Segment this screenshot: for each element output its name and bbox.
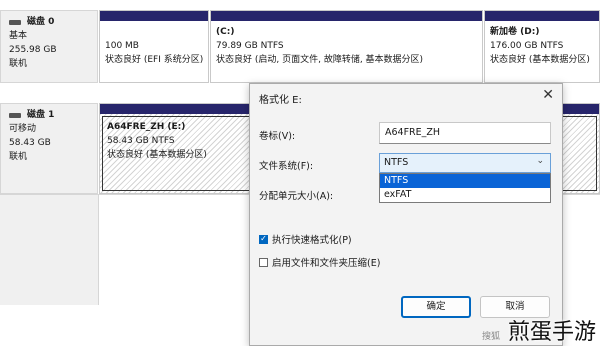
watermark-small-text: 搜狐	[481, 332, 500, 342]
empty-disk-column	[0, 195, 99, 305]
disk-1-label[interactable]: 磁盘 1 可移动 58.43 GB 联机	[0, 103, 98, 194]
disk-icon	[9, 19, 21, 25]
filesystem-option-exfat[interactable]: exFAT	[380, 188, 550, 202]
partition-d[interactable]: 新加卷 (D:) 176.00 GB NTFS 状态良好 (基本数据分区)	[484, 10, 600, 83]
partition-size: 79.89 GB NTFS	[216, 41, 284, 51]
partition-size: 176.00 GB NTFS	[490, 41, 564, 51]
disk-0-size: 255.98 GB	[9, 45, 57, 55]
ok-button[interactable]: 确定	[401, 296, 471, 318]
filesystem-select[interactable]: NTFS ⌄	[379, 153, 551, 173]
disk-0-label[interactable]: 磁盘 0 基本 255.98 GB 联机	[0, 10, 98, 83]
disk-icon	[9, 112, 21, 118]
partition-desc: 状态良好 (EFI 系统分区)	[105, 55, 204, 65]
partition-desc: 状态良好 (启动, 页面文件, 故障转储, 基本数据分区)	[216, 55, 424, 65]
partition-desc: 状态良好 (基本数据分区)	[490, 55, 590, 65]
compression-checkbox[interactable]: 启用文件和文件夹压缩(E)	[259, 255, 380, 269]
partition-size: 100 MB	[105, 41, 139, 51]
filesystem-dropdown: NTFS exFAT	[379, 173, 551, 203]
compression-label: 启用文件和文件夹压缩(E)	[272, 258, 381, 269]
partition-title: 新加卷 (D:)	[490, 27, 540, 37]
partition-c[interactable]: (C:) 79.89 GB NTFS 状态良好 (启动, 页面文件, 故障转储,…	[210, 10, 483, 83]
alloc-unit-label: 分配单元大小(A):	[259, 191, 334, 202]
volume-label-text: 卷标(V):	[259, 131, 296, 142]
close-icon[interactable]: ✕	[542, 87, 554, 103]
partition-bar	[485, 11, 599, 21]
disk-0-name: 磁盘 0	[27, 17, 55, 27]
volume-label-input[interactable]: A64FRE_ZH	[379, 122, 551, 144]
chevron-down-icon: ⌄	[536, 156, 544, 166]
check-icon: ✓	[259, 234, 268, 244]
filesystem-label: 文件系统(F):	[259, 161, 314, 172]
disk-0-type: 基本	[9, 31, 28, 41]
filesystem-option-ntfs[interactable]: NTFS	[380, 174, 550, 188]
disk-1-status: 联机	[9, 152, 28, 162]
partition-efi[interactable]: 100 MB 状态良好 (EFI 系统分区)	[99, 10, 209, 83]
quick-format-label: 执行快速格式化(P)	[272, 235, 352, 246]
format-dialog: 格式化 E: ✕ 卷标(V): A64FRE_ZH 文件系统(F): NTFS …	[249, 83, 563, 346]
disk-0-title: 磁盘 0	[9, 15, 97, 29]
filesystem-value: NTFS	[384, 157, 409, 168]
disk-1-name: 磁盘 1	[27, 110, 55, 120]
watermark-text: 煎蛋手游	[507, 320, 596, 345]
disk-1-type: 可移动	[9, 124, 37, 134]
partition-bar	[211, 11, 482, 21]
checkbox-empty-icon	[259, 257, 268, 267]
partition-title: (C:)	[216, 27, 235, 37]
disk-1-size: 58.43 GB	[9, 138, 51, 148]
dialog-title: 格式化 E:	[259, 95, 302, 106]
disk-1-title: 磁盘 1	[9, 108, 97, 122]
disk-0-status: 联机	[9, 59, 28, 69]
quick-format-checkbox[interactable]: ✓ 执行快速格式化(P)	[259, 232, 352, 246]
partition-bar	[100, 11, 208, 21]
partition-title	[105, 25, 208, 39]
